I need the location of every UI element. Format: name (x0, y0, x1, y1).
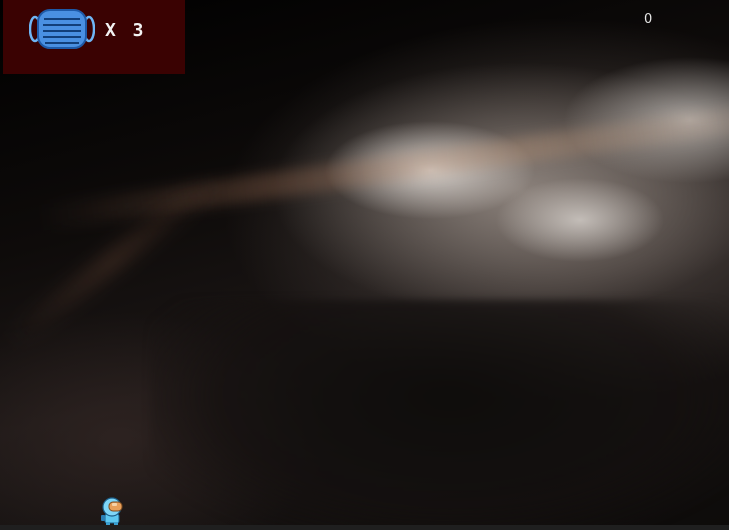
nebula-dust-band (38, 99, 729, 231)
lives-panel: X 3 (3, 0, 185, 74)
face-mask-icon (29, 9, 95, 49)
score-counter: 0 (644, 12, 653, 27)
game-canvas[interactable]: X 3 0 (0, 0, 729, 530)
astronaut-player (101, 497, 123, 527)
dark-nebula-cloud (150, 300, 729, 530)
ground-floor (0, 525, 729, 530)
lives-count: X 3 (105, 20, 147, 41)
